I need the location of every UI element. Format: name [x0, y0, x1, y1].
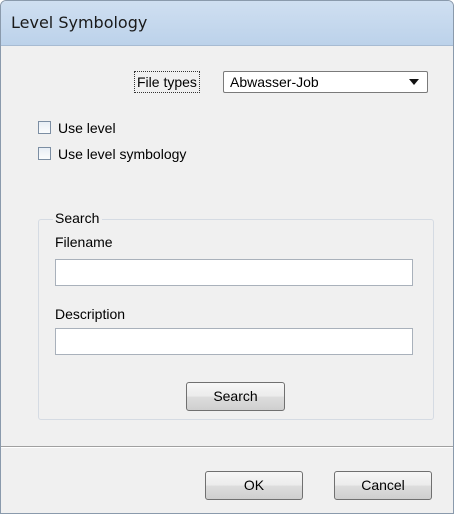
- ok-button[interactable]: OK: [205, 471, 303, 500]
- file-types-selected-value: Abwasser-Job: [230, 74, 319, 90]
- use-level-symbology-checkbox[interactable]: [38, 147, 51, 160]
- level-symbology-dialog: Level Symbology File types Abwasser-Job …: [0, 0, 454, 514]
- search-group-legend: Search: [53, 209, 103, 227]
- filename-input[interactable]: [55, 259, 413, 286]
- dialog-content: File types Abwasser-Job Use level Use le…: [1, 46, 453, 513]
- use-level-label: Use level: [58, 120, 116, 136]
- description-input[interactable]: [55, 328, 413, 355]
- use-level-symbology-label: Use level symbology: [58, 146, 187, 162]
- footer-divider: [1, 446, 453, 448]
- filename-label: Filename: [55, 234, 113, 250]
- search-group: Search Filename Description Search: [38, 209, 434, 420]
- cancel-button[interactable]: Cancel: [334, 471, 432, 500]
- use-level-checkbox[interactable]: [38, 121, 51, 134]
- chevron-down-icon: [409, 79, 419, 85]
- window-title: Level Symbology: [11, 13, 148, 32]
- search-button[interactable]: Search: [186, 382, 285, 411]
- file-types-label: File types: [134, 71, 200, 93]
- file-types-dropdown[interactable]: Abwasser-Job: [223, 71, 428, 93]
- description-label: Description: [55, 306, 126, 322]
- title-bar[interactable]: Level Symbology: [1, 1, 453, 46]
